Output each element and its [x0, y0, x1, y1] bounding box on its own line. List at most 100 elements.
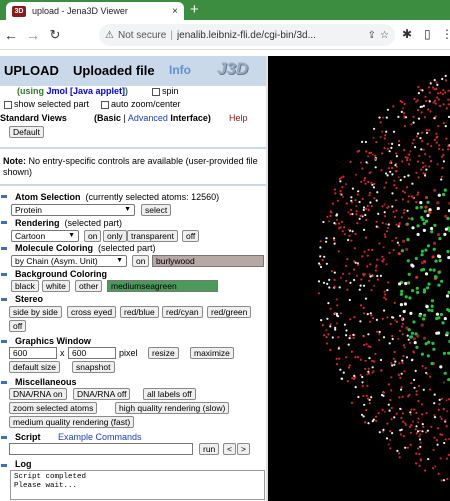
atom-point [391, 239, 394, 242]
atom-point [420, 261, 424, 265]
atom-point [444, 91, 447, 94]
spin-option[interactable]: spin [152, 86, 179, 96]
atom-point [427, 108, 430, 111]
browser-tab[interactable]: 3D upload - Jena3D Viewer × [6, 2, 184, 20]
basic-option[interactable]: (Basic [94, 113, 121, 123]
atom-point [347, 366, 351, 369]
atom-point [425, 128, 428, 132]
next-command-button[interactable]: > [237, 443, 250, 455]
section-toggle-icon[interactable] [1, 340, 7, 343]
select-button[interactable]: select [141, 204, 172, 216]
rendering-on-button[interactable]: on [84, 230, 102, 242]
stereo-off-button[interactable]: off [9, 320, 27, 332]
section-toggle-icon[interactable] [1, 298, 7, 301]
show-selected-option[interactable]: show selected part [4, 99, 89, 109]
atom-point [417, 132, 420, 135]
background-other-button[interactable]: other [75, 280, 103, 292]
section-toggle-icon[interactable] [1, 436, 7, 439]
atom-point [361, 381, 364, 384]
atom-point [424, 195, 429, 200]
atom-point [406, 209, 409, 212]
high-quality-rendering-button[interactable]: high quality rendering (slow) [115, 402, 230, 414]
auto-zoom-option[interactable]: auto zoom/center [101, 99, 181, 109]
rendering-dropdown[interactable]: Cartoon ▼ [11, 230, 79, 242]
script-input[interactable] [9, 443, 193, 455]
section-toggle-icon[interactable] [1, 221, 7, 224]
reload-icon[interactable]: ↻ [44, 27, 66, 43]
warning-icon[interactable]: ⚠ [105, 30, 114, 41]
log-output[interactable]: Script completed Please wait... [10, 470, 265, 500]
stereo-red-cyan-button[interactable]: red/cyan [162, 306, 203, 318]
rendering-only-button[interactable]: only [103, 230, 127, 242]
url-text[interactable]: jenalib.leibniz-fli.de/cgi-bin/3d... [177, 30, 364, 41]
stereo-side-by-side-button[interactable]: side by side [9, 306, 62, 318]
previous-command-button[interactable]: < [223, 443, 236, 455]
section-toggle-icon[interactable] [1, 195, 7, 198]
atom-point [345, 202, 348, 205]
spin-checkbox[interactable] [152, 87, 160, 96]
atom-selection-dropdown[interactable]: Protein ▼ [11, 204, 135, 216]
molecule-coloring-on-button[interactable]: on [132, 255, 150, 267]
advanced-link[interactable]: Advanced [128, 113, 168, 123]
zoom-selected-atoms-button[interactable]: zoom selected atoms [9, 402, 98, 414]
jmol-link[interactable]: Jmol [Java applet] [47, 86, 126, 96]
atom-point [430, 230, 434, 234]
background-black-button[interactable]: black [11, 280, 39, 292]
atom-selection-value: Protein [15, 205, 42, 215]
default-view-button[interactable]: Default [9, 126, 44, 138]
dna-rna-off-button[interactable]: DNA/RNA off [73, 388, 131, 400]
maximize-button[interactable]: maximize [190, 347, 234, 359]
atom-point [394, 360, 397, 363]
jmol-viewer[interactable] [268, 56, 450, 501]
tab-close-icon[interactable]: × [172, 6, 178, 17]
extensions-puzzle-icon[interactable]: ✱ [402, 27, 412, 41]
background-color-field[interactable]: mediumseagreen [107, 280, 218, 292]
atom-point [433, 223, 437, 227]
show-selected-checkbox[interactable] [4, 100, 12, 109]
rendering-transparent-button[interactable]: transparent [127, 230, 178, 242]
new-tab-icon[interactable]: + [190, 1, 199, 19]
window-width-input[interactable]: 600 [9, 347, 57, 359]
dna-rna-on-button[interactable]: DNA/RNA on [9, 388, 67, 400]
run-button[interactable]: run [199, 443, 220, 455]
forward-arrow-icon[interactable]: → [22, 27, 44, 43]
atom-point [401, 101, 404, 104]
section-toggle-icon[interactable] [1, 273, 7, 276]
example-commands-link[interactable]: Example Commands [58, 432, 142, 442]
auto-zoom-checkbox[interactable] [101, 100, 109, 109]
default-size-button[interactable]: default size [9, 361, 60, 373]
molecule-coloring-dropdown[interactable]: by Chain (Asym. Unit) ▼ [11, 255, 127, 267]
atom-point [395, 320, 398, 323]
atom-point [442, 122, 445, 125]
stereo-red-green-button[interactable]: red/green [207, 306, 252, 318]
atom-point [382, 428, 385, 431]
molecule-color-field[interactable]: burlywood [152, 255, 264, 267]
share-icon[interactable]: ⇪ [368, 30, 376, 41]
side-panel-icon[interactable]: ▯ [424, 27, 431, 41]
snapshot-button[interactable]: snapshot [72, 361, 115, 373]
all-labels-off-button[interactable]: all labels off [143, 388, 196, 400]
atom-point [340, 220, 343, 224]
atom-point [404, 156, 407, 159]
atom-point [355, 213, 358, 216]
medium-quality-rendering-button[interactable]: medium quality rendering (fast) [9, 416, 135, 428]
window-height-input[interactable]: 600 [68, 347, 116, 359]
section-toggle-icon[interactable] [1, 381, 7, 384]
info-link[interactable]: Info [169, 63, 191, 77]
stereo-cross-eyed-button[interactable]: cross eyed [67, 306, 117, 318]
background-white-button[interactable]: white [42, 280, 70, 292]
help-link[interactable]: Help [229, 113, 248, 123]
atom-point [335, 314, 339, 317]
atom-point [391, 192, 394, 195]
atom-point [398, 396, 401, 399]
address-bar[interactable]: ⚠ Not secure | jenalib.leibniz-fli.de/cg… [99, 24, 395, 46]
stereo-red-blue-button[interactable]: red/blue [120, 306, 159, 318]
section-toggle-icon[interactable] [1, 464, 7, 467]
resize-button[interactable]: resize [148, 347, 179, 359]
bookmark-star-icon[interactable]: ☆ [380, 30, 389, 41]
section-toggle-icon[interactable] [1, 247, 7, 250]
browser-menu-icon[interactable]: ⋮ [441, 27, 450, 41]
back-arrow-icon[interactable]: ← [0, 27, 22, 43]
rendering-off-button[interactable]: off [182, 230, 200, 242]
atom-point [439, 457, 442, 460]
